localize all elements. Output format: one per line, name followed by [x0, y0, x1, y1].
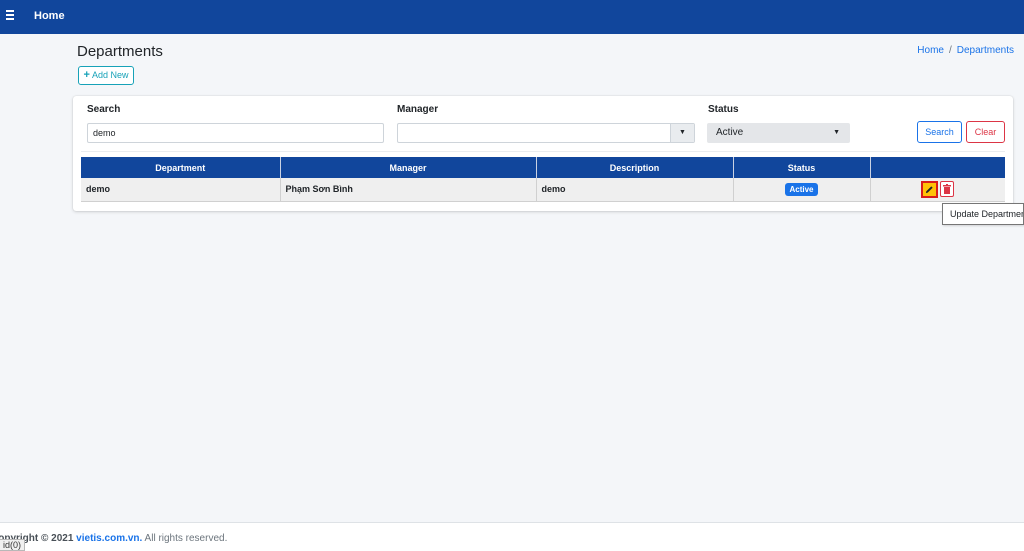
breadcrumb-current[interactable]: Departments: [957, 45, 1014, 56]
add-new-button[interactable]: + Add New: [78, 66, 134, 85]
footer-copyright: Copyright © 2021 vietis.com.vn. All righ…: [0, 533, 227, 544]
manager-label: Manager: [397, 104, 439, 115]
departments-table: Department Manager Description Status de…: [81, 157, 1005, 202]
cell-status: Active: [733, 178, 871, 202]
column-header-status[interactable]: Status: [733, 157, 871, 178]
column-header-manager[interactable]: Manager: [280, 157, 537, 178]
add-new-label: Add New: [91, 70, 129, 80]
manager-select[interactable]: ▼: [397, 123, 695, 143]
browser-status-url: id(0): [0, 539, 26, 551]
caret-down-icon[interactable]: ▼: [670, 124, 694, 142]
cell-department: demo: [81, 178, 281, 202]
page-footer: Copyright © 2021 vietis.com.vn. All righ…: [0, 522, 1024, 551]
plus-icon: +: [83, 69, 90, 81]
cell-actions: [870, 178, 1005, 202]
card-divider: [81, 151, 1005, 152]
table-row: demo Phạm Sơn Bình demo Active: [81, 178, 1005, 202]
hamburger-menu-icon[interactable]: [6, 10, 16, 24]
search-label: Search: [87, 104, 121, 115]
top-navbar: Home: [0, 0, 1024, 34]
status-badge: Active: [785, 182, 818, 196]
clear-button[interactable]: Clear: [966, 121, 1005, 143]
footer-rights-text: All rights reserved.: [144, 533, 228, 544]
column-header-department[interactable]: Department: [81, 157, 281, 178]
breadcrumb-separator: /: [948, 45, 952, 56]
cell-manager: Phạm Sơn Bình: [280, 178, 537, 202]
footer-site-link[interactable]: vietis.com.vn.: [76, 533, 142, 544]
nav-home-link[interactable]: Home: [34, 10, 65, 22]
status-select[interactable]: Active ▼: [707, 123, 850, 143]
cell-description: demo: [536, 178, 734, 202]
column-header-description[interactable]: Description: [536, 157, 734, 178]
caret-down-icon: ▼: [833, 129, 840, 136]
breadcrumb-home-link[interactable]: Home: [917, 45, 944, 56]
pencil-icon: [925, 186, 933, 193]
page-title: Departments: [77, 43, 163, 60]
status-select-value: Active: [716, 127, 744, 138]
trash-icon: [943, 184, 951, 195]
table-header-row: Department Manager Description Status: [81, 157, 1005, 178]
status-label: Status: [708, 104, 739, 115]
edit-button[interactable]: [921, 180, 938, 198]
column-header-actions: [870, 157, 1005, 178]
breadcrumb: Home / Departments: [917, 45, 1014, 56]
delete-button[interactable]: [940, 181, 954, 198]
search-button[interactable]: Search: [917, 121, 962, 143]
update-department-tooltip: Update Department: [942, 203, 1024, 225]
search-input[interactable]: demo: [87, 123, 384, 143]
